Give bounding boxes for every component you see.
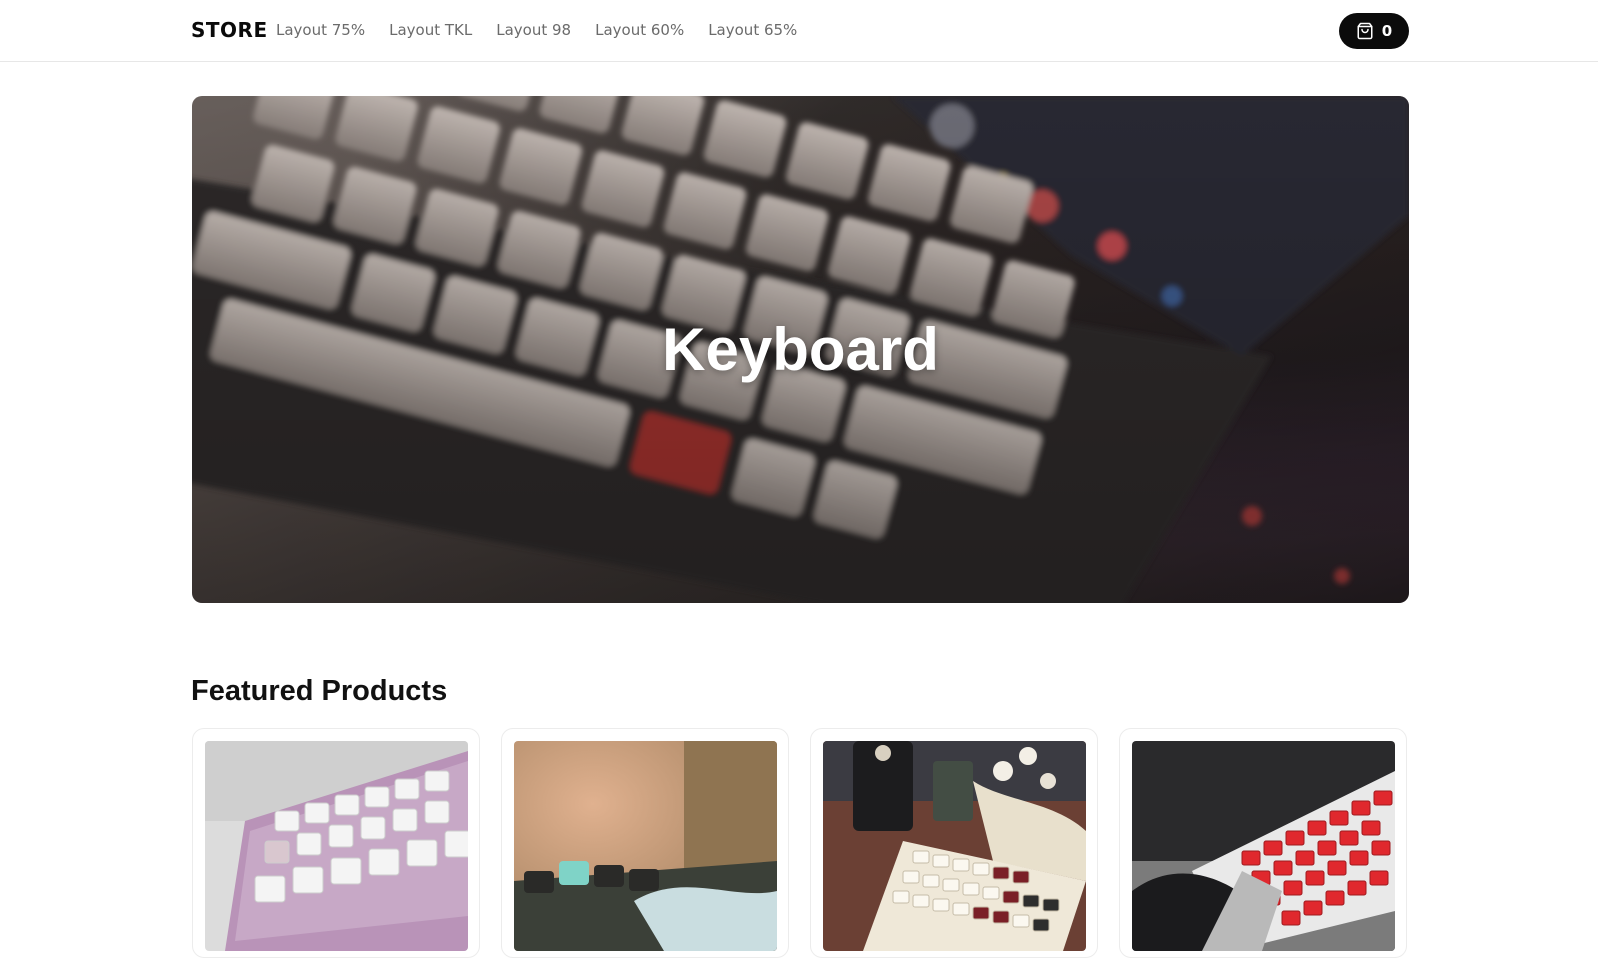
nav-link-layout-tkl[interactable]: Layout TKL bbox=[389, 21, 472, 39]
product-card[interactable] bbox=[1119, 728, 1407, 958]
hero-banner[interactable]: Keyboard bbox=[192, 96, 1409, 603]
site-header: STORE Layout 75% Layout TKL Layout 98 La… bbox=[0, 0, 1598, 62]
nav-link-layout-65[interactable]: Layout 65% bbox=[708, 21, 797, 39]
shopping-bag-icon bbox=[1356, 22, 1374, 40]
product-card[interactable] bbox=[192, 728, 480, 958]
hero-title: Keyboard bbox=[662, 316, 939, 383]
nav-link-layout-60[interactable]: Layout 60% bbox=[595, 21, 684, 39]
product-image bbox=[823, 741, 1086, 951]
featured-products-heading: Featured Products bbox=[191, 675, 448, 707]
cart-count: 0 bbox=[1381, 22, 1393, 40]
product-card[interactable] bbox=[810, 728, 1098, 958]
store-logo[interactable]: STORE bbox=[191, 18, 268, 42]
nav-link-layout-75[interactable]: Layout 75% bbox=[276, 21, 365, 39]
main-nav: Layout 75% Layout TKL Layout 98 Layout 6… bbox=[276, 21, 797, 39]
nav-link-layout-98[interactable]: Layout 98 bbox=[496, 21, 571, 39]
product-image bbox=[1132, 741, 1395, 951]
product-image bbox=[205, 741, 468, 951]
product-card[interactable] bbox=[501, 728, 789, 958]
product-grid bbox=[192, 728, 1407, 958]
product-image bbox=[514, 741, 777, 951]
cart-button[interactable]: 0 bbox=[1339, 13, 1409, 49]
